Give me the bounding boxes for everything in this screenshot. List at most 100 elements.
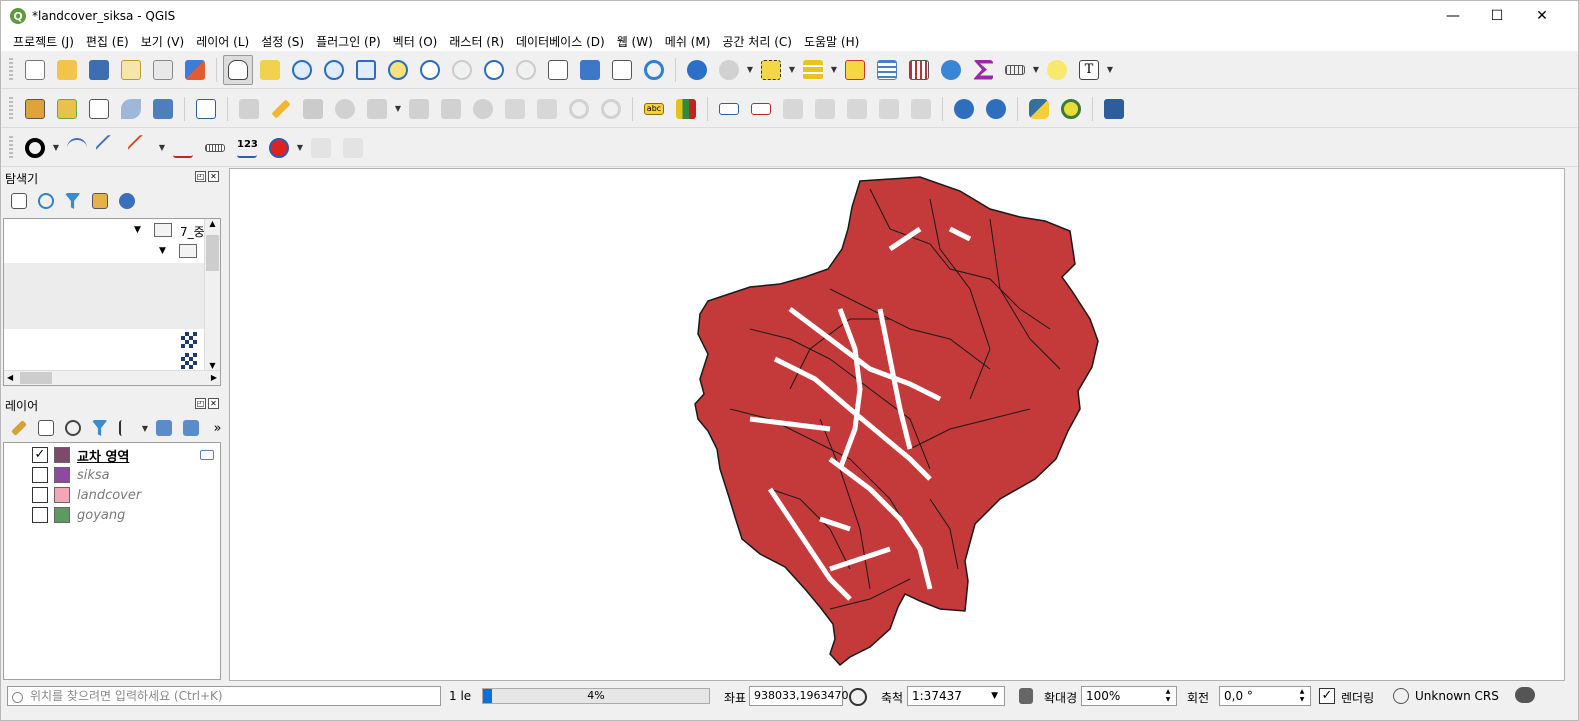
- expand-all-button[interactable]: [151, 416, 176, 440]
- layer-row[interactable]: siksa: [32, 465, 110, 485]
- lock-scale-icon[interactable]: [1019, 688, 1033, 704]
- chevron-down-icon[interactable]: ▼: [51, 143, 61, 152]
- layer-name[interactable]: goyang: [77, 508, 125, 523]
- paste-features-button[interactable]: [532, 94, 562, 124]
- zoom-native-button[interactable]: [447, 55, 477, 85]
- zoom-to-layer-button[interactable]: [415, 55, 445, 85]
- advanced-digitizing-button[interactable]: [62, 133, 92, 163]
- style-manager-button[interactable]: [180, 55, 210, 85]
- expand-arrow-icon[interactable]: ▼: [134, 225, 141, 235]
- spin-buttons[interactable]: ▲ ▼: [1161, 688, 1175, 704]
- filter-legend-button[interactable]: [87, 416, 112, 440]
- add-selected-layer-button[interactable]: [6, 189, 31, 213]
- menu-plugins[interactable]: 플러그인 (P): [310, 33, 387, 50]
- move-label-button[interactable]: [778, 94, 808, 124]
- new-print-layout-button[interactable]: [116, 55, 146, 85]
- layer-visibility-checkbox[interactable]: ✓: [32, 447, 48, 463]
- menu-database[interactable]: 데이터베이스 (D): [510, 33, 611, 50]
- add-vector-layer-button[interactable]: [84, 94, 114, 124]
- zoom-out-button[interactable]: [319, 55, 349, 85]
- menu-settings[interactable]: 설정 (S): [255, 33, 310, 50]
- undo-button[interactable]: [564, 94, 594, 124]
- show-bookmarks-button[interactable]: [607, 55, 637, 85]
- map-canvas[interactable]: [229, 168, 1565, 681]
- spin-buttons[interactable]: ▲ ▼: [1295, 688, 1309, 704]
- data-source-manager-button[interactable]: [20, 94, 50, 124]
- modify-attributes-button[interactable]: [404, 94, 434, 124]
- field-calculator-button[interactable]: [968, 55, 998, 85]
- horizontal-scrollbar[interactable]: ◀ ▶: [4, 370, 220, 385]
- split-features-button[interactable]: [126, 133, 156, 163]
- measure-line-button[interactable]: [1000, 55, 1030, 85]
- extents-toggle-icon[interactable]: [849, 688, 867, 706]
- menu-raster[interactable]: 래스터 (R): [443, 33, 510, 50]
- zoom-to-selection-button[interactable]: [383, 55, 413, 85]
- properties-button[interactable]: [114, 189, 139, 213]
- map-svg[interactable]: [230, 169, 1566, 682]
- expand-arrow-icon[interactable]: ▼: [159, 246, 166, 256]
- scale-combobox[interactable]: 1:37437 ▼: [907, 686, 1005, 706]
- reshape-features-button[interactable]: [168, 133, 198, 163]
- menu-view[interactable]: 보기 (V): [135, 33, 190, 50]
- rotate-label-button[interactable]: [842, 94, 872, 124]
- add-feature-button[interactable]: [330, 94, 360, 124]
- chevron-down-icon[interactable]: ▼: [140, 424, 150, 433]
- identify-features-button[interactable]: [682, 55, 712, 85]
- scroll-left-icon[interactable]: ◀: [7, 371, 13, 385]
- layer-visibility-checkbox[interactable]: [32, 487, 48, 503]
- layer-visibility-checkbox[interactable]: [32, 467, 48, 483]
- label-properties-button[interactable]: [906, 94, 936, 124]
- toolbox-button[interactable]: [936, 55, 966, 85]
- layer-row[interactable]: ✓ 교차 영역: [32, 445, 129, 465]
- chevron-down-icon[interactable]: ▼: [1031, 65, 1041, 74]
- menu-web[interactable]: 웹 (W): [611, 33, 659, 50]
- statistics-panel-button[interactable]: [904, 55, 934, 85]
- map-tips-button[interactable]: [1042, 55, 1072, 85]
- run-action-button[interactable]: [714, 55, 744, 85]
- close-panel-icon[interactable]: ✕: [208, 398, 219, 409]
- save-edits-button[interactable]: [298, 94, 328, 124]
- shape-digitizing-button[interactable]: [20, 133, 50, 163]
- rotation-spinbox[interactable]: 0,0 ° ▲ ▼: [1219, 686, 1311, 706]
- close-button[interactable]: ✕: [1519, 1, 1565, 31]
- toolbar-grip[interactable]: [9, 96, 13, 121]
- pan-to-selection-button[interactable]: [255, 55, 285, 85]
- toggle-editing-button[interactable]: [266, 94, 296, 124]
- collapse-all-button[interactable]: [87, 189, 112, 213]
- float-panel-icon[interactable]: ◰: [195, 171, 206, 182]
- scroll-down-icon[interactable]: ▼: [205, 361, 220, 370]
- manage-visibility-button[interactable]: [60, 416, 85, 440]
- trim-extend-button[interactable]: [338, 133, 368, 163]
- add-spatialite-button[interactable]: [116, 94, 146, 124]
- open-attribute-table-button[interactable]: [872, 55, 902, 85]
- layer-name[interactable]: 교차 영역: [77, 446, 129, 465]
- zoom-full-button[interactable]: [351, 55, 381, 85]
- toolbar-grip[interactable]: [9, 135, 13, 160]
- pan-map-button[interactable]: [223, 54, 253, 85]
- layout-manager-button[interactable]: [148, 55, 178, 85]
- browser-folder-label[interactable]: 7_중: [180, 223, 204, 240]
- zoom-last-button[interactable]: [479, 55, 509, 85]
- layer-name[interactable]: siksa: [77, 468, 110, 483]
- select-features-button[interactable]: [756, 55, 786, 85]
- crs-button[interactable]: Unknown CRS: [1415, 689, 1499, 703]
- cut-features-button[interactable]: [468, 94, 498, 124]
- layer-labeling-button[interactable]: abc: [639, 94, 669, 124]
- scrollbar-thumb[interactable]: [20, 372, 52, 384]
- chevron-down-icon[interactable]: ▼: [157, 143, 167, 152]
- menu-mesh[interactable]: 메쉬 (M): [659, 33, 717, 50]
- new-geopackage-button[interactable]: [52, 94, 82, 124]
- highlight-labels-button[interactable]: [746, 94, 776, 124]
- chevron-down-icon[interactable]: ▼: [295, 143, 305, 152]
- new-project-button[interactable]: [20, 55, 50, 85]
- measure-tool-button[interactable]: [200, 133, 230, 163]
- menu-edit[interactable]: 편집 (E): [80, 33, 135, 50]
- filter-browser-button[interactable]: [60, 189, 85, 213]
- messages-icon[interactable]: [1515, 687, 1535, 703]
- chevron-down-icon[interactable]: ▼: [1105, 65, 1115, 74]
- digitize-curve-button[interactable]: [94, 133, 124, 163]
- refresh-browser-button[interactable]: [33, 189, 58, 213]
- float-panel-icon[interactable]: ◰: [195, 398, 206, 409]
- browser-selected-row[interactable]: [4, 263, 204, 329]
- menu-help[interactable]: 도움말 (H): [798, 33, 865, 50]
